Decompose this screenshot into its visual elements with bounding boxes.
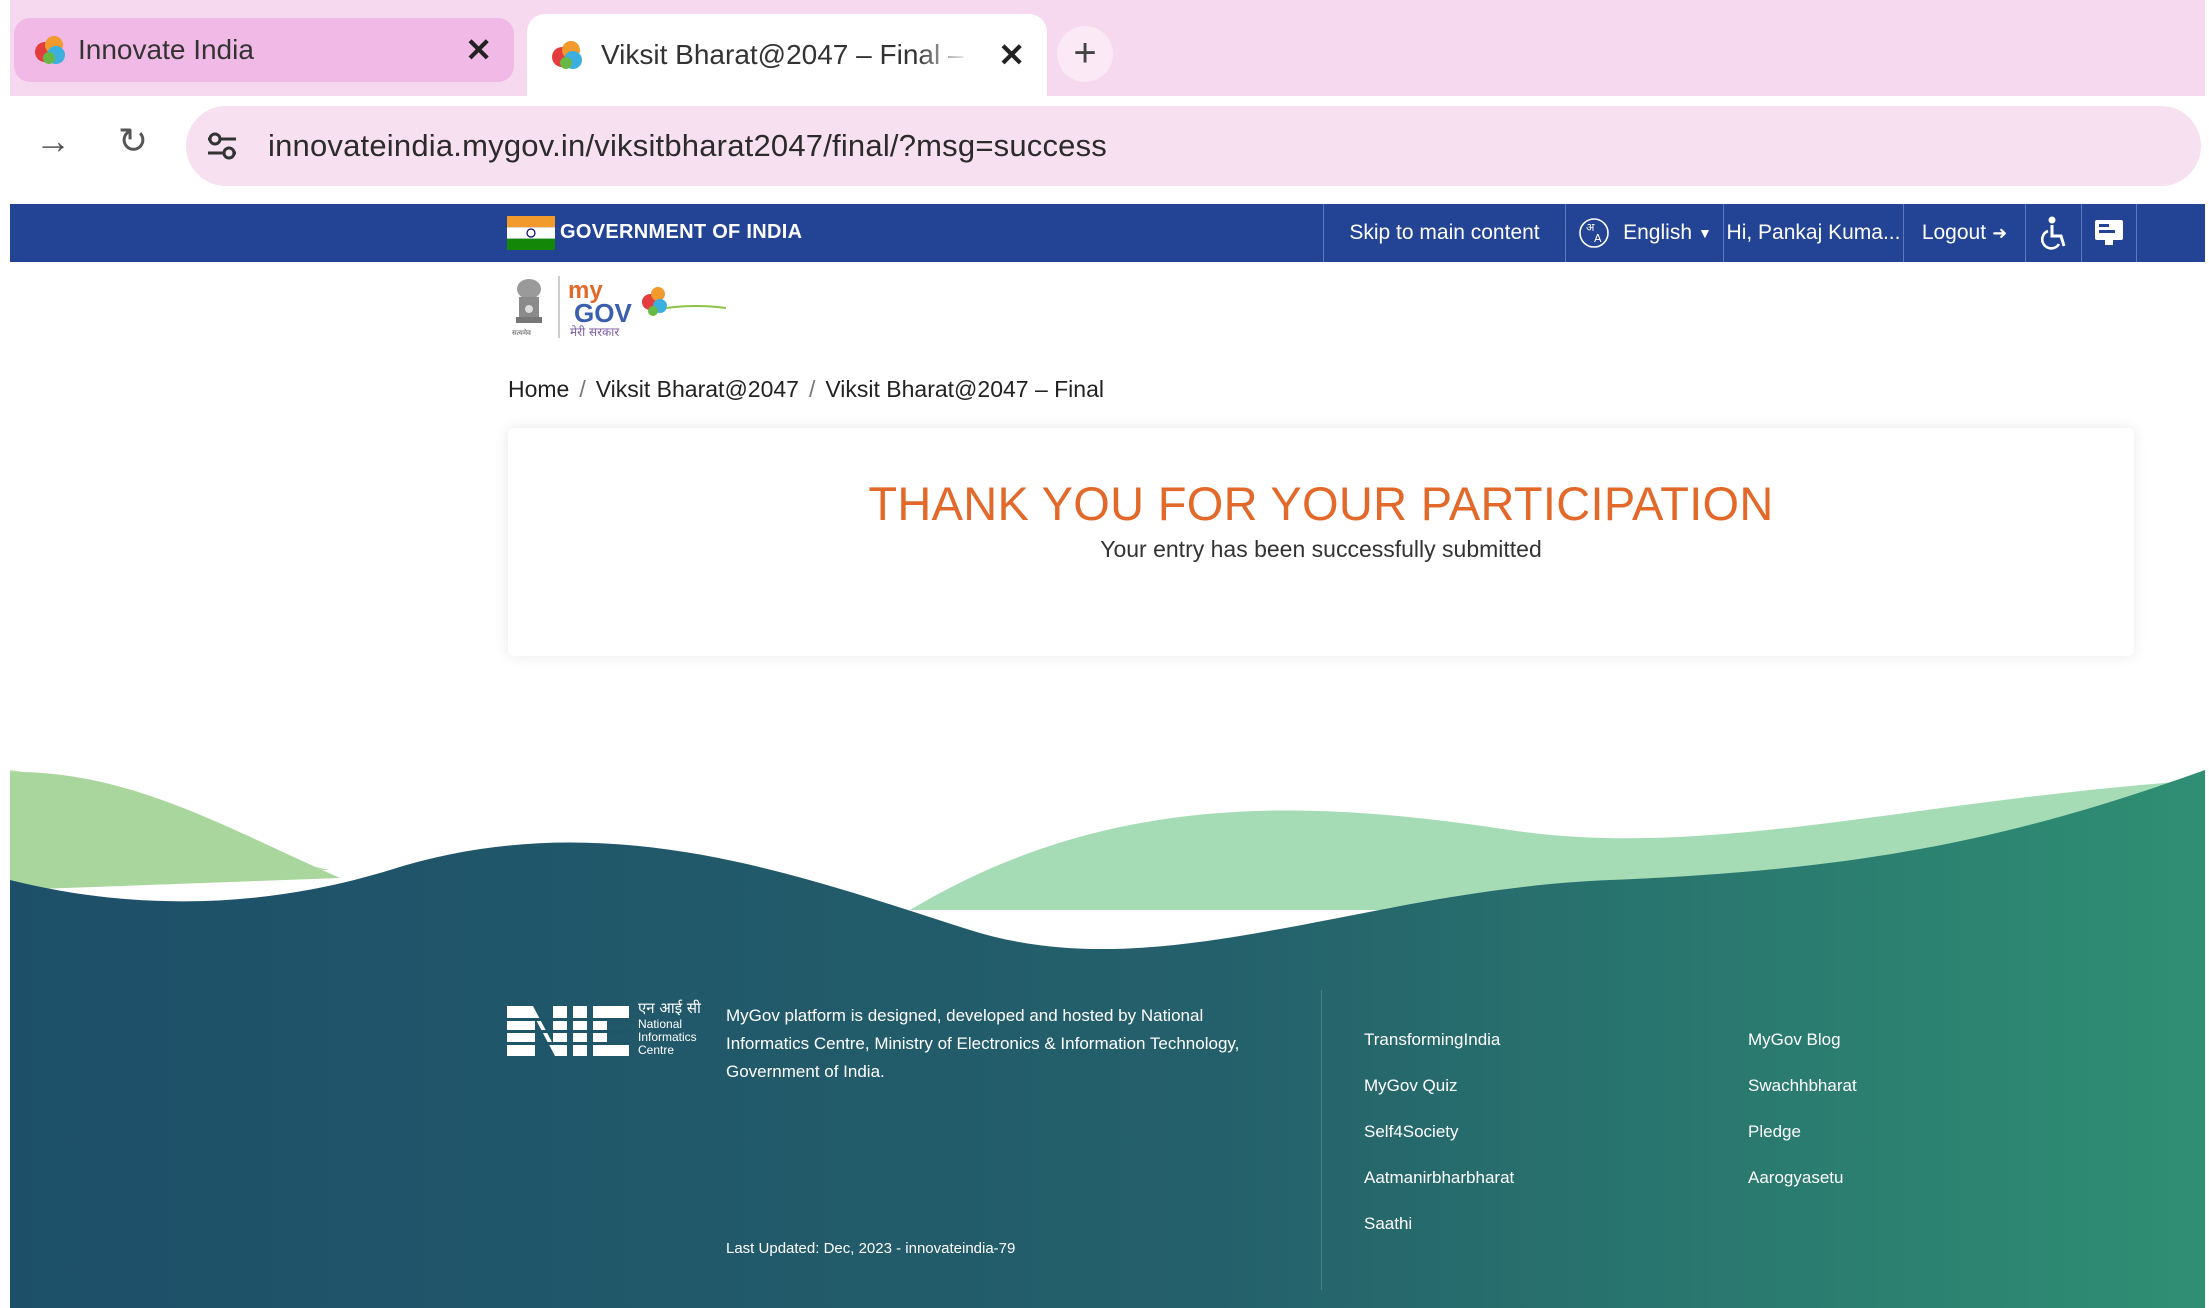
svg-text:मेरी सरकार: मेरी सरकार [570,325,620,339]
tab-title: Viksit Bharat@2047 – Final – Innovate In… [601,39,971,70]
success-card: THANK YOU FOR YOUR PARTICIPATION Your en… [508,428,2134,656]
omnibox[interactable]: innovateindia.mygov.in/viksitbharat2047/… [186,106,2201,186]
success-subtitle: Your entry has been successfully submitt… [1100,536,1542,562]
footer-link-mygov-blog[interactable]: MyGov Blog [1748,1030,1841,1050]
national-emblem-icon: सत्यमेव [512,279,542,337]
nic-subtitle: National Informatics Centre [638,1018,697,1057]
mygov-logo[interactable]: my GOV मेरी सरकार [566,274,736,340]
close-tab-icon[interactable]: ✕ [998,36,1025,74]
url-text[interactable]: innovateindia.mygov.in/viksitbharat2047/… [268,128,1107,164]
logout-label: Logout [1921,221,1987,244]
forward-icon[interactable]: → [28,120,78,162]
tab-innovate-india[interactable]: Innovate India ✕ [14,18,514,82]
gov-label: GOVERNMENT OF INDIA [560,221,803,243]
tab-strip: Innovate India ✕ Viksit Bharat@2047 – Fi… [10,0,2205,96]
tab-viksit-bharat-final[interactable]: Viksit Bharat@2047 – Final – Innovate In… [527,14,1047,96]
breadcrumb-current: Viksit Bharat@2047 – Final [825,376,1104,402]
user-greeting: Hi, Pankaj Kuma... [1726,221,1901,244]
footer-link-aatmanirbharbharat[interactable]: Aatmanirbharbharat [1364,1168,1514,1188]
breadcrumb-viksit-bharat[interactable]: Viksit Bharat@2047 [596,376,799,402]
footer-link-saathi[interactable]: Saathi [1364,1214,1412,1234]
language-selector[interactable]: अA English ▼ [1565,204,1723,262]
footer-link-pledge[interactable]: Pledge [1748,1122,1801,1142]
accessibility-icon [2040,216,2065,250]
skip-label: Skip to main content [1349,221,1540,244]
address-bar-row: → ↻ innovateindia.mygov.in/viksitbharat2… [10,96,2205,200]
accessibility-button[interactable] [2025,204,2081,262]
breadcrumb-home[interactable]: Home [508,376,569,402]
india-flag-icon [507,216,555,250]
logout-icon: ➜ [1992,222,2008,243]
svg-text:सत्यमेव: सत्यमेव [512,328,531,337]
reload-icon[interactable]: ↻ [108,120,158,162]
nic-hindi: एन आई सी [638,999,701,1017]
government-header: GOVERNMENT OF INDIA Skip to main content… [10,204,2205,262]
sitemap-icon [2095,220,2123,245]
sitemap-button[interactable] [2081,204,2137,262]
footer-link-transformingindia[interactable]: TransformingIndia [1364,1030,1500,1050]
svg-text:GOV: GOV [574,298,632,328]
logo-divider [558,276,560,338]
nic-sub-line: Centre [638,1043,675,1057]
success-title: THANK YOU FOR YOUR PARTICIPATION [868,477,1774,530]
footer-link-mygov-quiz[interactable]: MyGov Quiz [1364,1076,1458,1096]
last-updated: Last Updated: Dec, 2023 - innovateindia-… [726,1240,1016,1257]
chevron-down-icon: ▼ [1698,225,1712,241]
logout-button[interactable]: Logout ➜ [1903,204,2025,262]
site-settings-icon[interactable] [202,126,242,166]
footer-link-swachhbharat[interactable]: Swachhbharat [1748,1076,1857,1096]
footer-about-text: MyGov platform is designed, developed an… [726,1006,1240,1081]
svg-text:A: A [1594,232,1602,245]
skip-to-main-link[interactable]: Skip to main content [1323,204,1565,262]
user-menu[interactable]: Hi, Pankaj Kuma... [1723,204,1903,262]
mygov-favicon-icon [552,41,582,69]
language-icon: अA [1579,218,1609,248]
browser-window: Innovate India ✕ Viksit Bharat@2047 – Fi… [10,0,2205,1308]
footer-link-aarogyasetu[interactable]: Aarogyasetu [1748,1168,1843,1188]
tab-title: Innovate India [78,34,254,65]
close-tab-icon[interactable]: ✕ [465,31,492,69]
mygov-favicon-icon [35,36,65,64]
footer-divider [1321,990,1322,1290]
breadcrumb: Home / Viksit Bharat@2047/Viksit Bharat@20… [508,376,1104,402]
language-label: English [1623,221,1693,244]
new-tab-button[interactable]: + [1057,26,1113,82]
footer-link-self4society[interactable]: Self4Society [1364,1122,1459,1142]
